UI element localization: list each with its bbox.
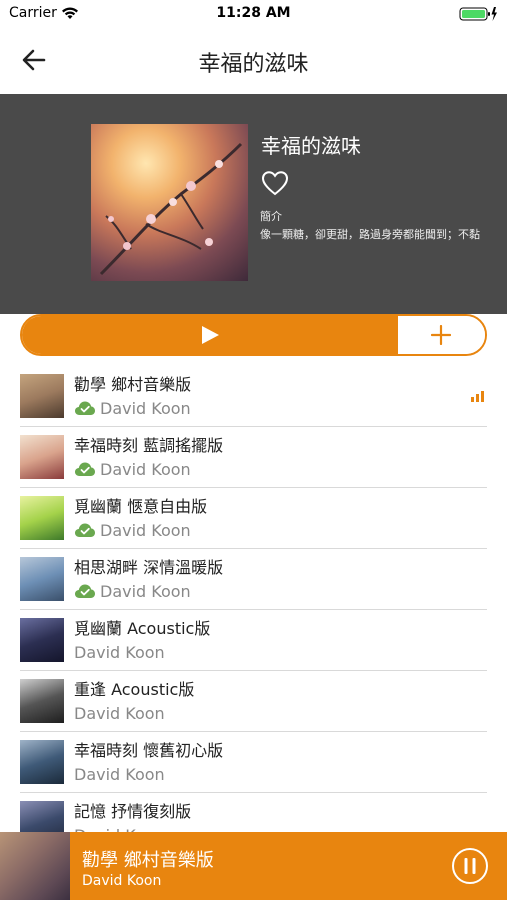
play-icon (202, 326, 219, 344)
track-subtitle: David Koon (74, 398, 191, 418)
track-artwork (20, 374, 64, 418)
track-artwork (20, 496, 64, 540)
track-title: 幸福時刻 藍調搖擺版 (74, 436, 224, 455)
plus-icon (431, 325, 451, 345)
downloaded-cloud-icon (75, 523, 95, 537)
track-artist: David Koon (100, 398, 191, 418)
intro-label: 簡介 (260, 210, 282, 223)
track-artwork (20, 618, 64, 662)
battery-icon (459, 6, 499, 26)
track-title: 重逢 Acoustic版 (74, 680, 195, 699)
track-subtitle: David Koon (74, 459, 191, 479)
pause-icon (452, 848, 488, 884)
track-subtitle: David Koon (74, 581, 191, 601)
track-artwork (20, 740, 64, 784)
downloaded-cloud-icon (75, 462, 95, 476)
play-all-button[interactable] (22, 316, 398, 354)
track-title: 勸學 鄉村音樂版 (74, 375, 192, 394)
track-artist: David Koon (74, 642, 165, 662)
track-title: 記憶 抒情復刻版 (74, 802, 192, 821)
track-artist: David Koon (100, 459, 191, 479)
track-title: 幸福時刻 懷舊初心版 (74, 741, 224, 760)
track-subtitle: David Koon (74, 642, 165, 662)
track-row[interactable]: 相思湖畔 深情溫暖版 David Koon (0, 549, 507, 610)
downloaded-cloud-icon (75, 584, 95, 598)
navigation-bar: 幸福的滋味 (0, 28, 507, 94)
track-row[interactable]: 重逢 Acoustic版 David Koon (0, 671, 507, 732)
track-title: 相思湖畔 深情溫暖版 (74, 558, 224, 577)
track-artwork (20, 557, 64, 601)
track-title: 覓幽蘭 Acoustic版 (74, 619, 211, 638)
action-bar (20, 314, 487, 356)
track-row[interactable]: 幸福時刻 藍調搖擺版 David Koon (0, 427, 507, 488)
track-artist: David Koon (100, 581, 191, 601)
track-artist: David Koon (74, 764, 165, 784)
pause-button[interactable] (451, 847, 489, 885)
track-list: 勸學 鄉村音樂版 David Koon 幸福時刻 藍調搖擺版 David Koon 覓幽… (0, 366, 507, 854)
track-artist: David Koon (74, 703, 165, 723)
status-bar: Carrier 11:28 AM (0, 0, 507, 28)
now-playing-title: 勸學 鄉村音樂版 (82, 850, 214, 871)
mini-player[interactable]: 勸學 鄉村音樂版 David Koon (0, 832, 507, 900)
track-subtitle: David Koon (74, 764, 165, 784)
track-row[interactable]: 覓幽蘭 愜意自由版 David Koon (0, 488, 507, 549)
track-subtitle: David Koon (74, 703, 165, 723)
album-title: 幸福的滋味 (261, 134, 361, 158)
track-artwork (20, 435, 64, 479)
favorite-button[interactable] (261, 170, 289, 196)
track-artist: David Koon (100, 520, 191, 540)
track-row[interactable]: 勸學 鄉村音樂版 David Koon (0, 366, 507, 427)
page-title: 幸福的滋味 (198, 52, 309, 77)
track-row[interactable]: 幸福時刻 懷舊初心版 David Koon (0, 732, 507, 793)
album-cover-image (91, 124, 248, 281)
now-playing-artwork (0, 832, 70, 900)
add-button[interactable] (398, 316, 485, 354)
track-artwork (20, 679, 64, 723)
now-playing-equalizer-icon (471, 391, 484, 402)
track-title: 覓幽蘭 愜意自由版 (74, 497, 208, 516)
status-time: 11:28 AM (216, 5, 291, 21)
track-row[interactable]: 覓幽蘭 Acoustic版 David Koon (0, 610, 507, 671)
album-header: 幸福的滋味 簡介 像一顆糖，卻更甜，路過身旁都能聞到；不黏 (0, 94, 507, 314)
track-subtitle: David Koon (74, 520, 191, 540)
downloaded-cloud-icon (75, 401, 95, 415)
intro-text: 像一顆糖，卻更甜，路過身旁都能聞到；不黏 (260, 228, 480, 241)
heart-icon (261, 171, 289, 196)
now-playing-artist: David Koon (82, 873, 162, 889)
